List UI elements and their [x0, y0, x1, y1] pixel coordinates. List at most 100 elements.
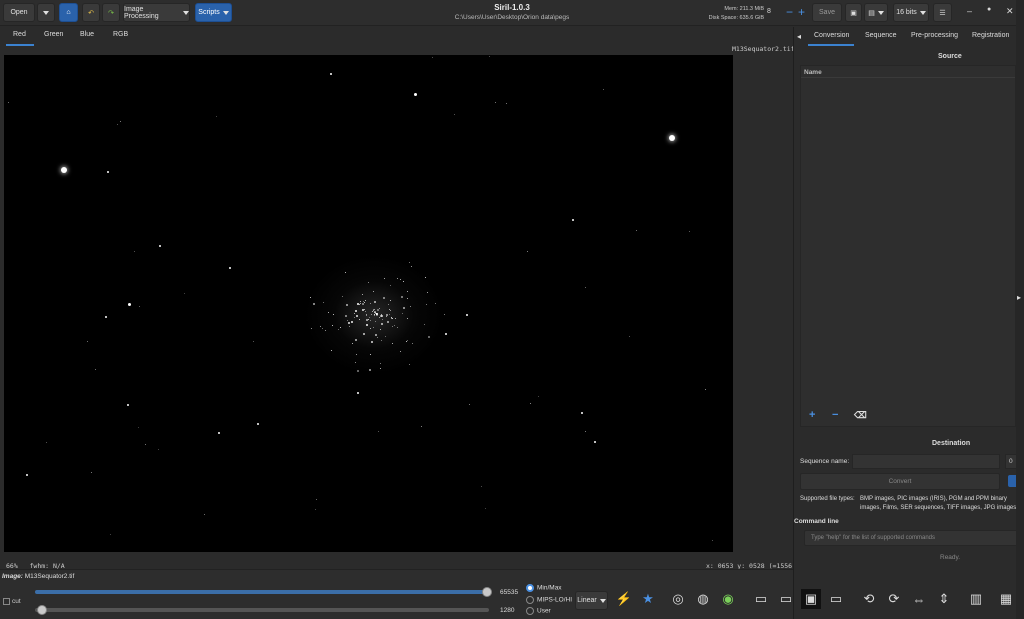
- memory-usage: Mem: 211.3 MiB: [724, 6, 764, 12]
- cluster-star: [426, 291, 428, 293]
- mirror-vertical-icon[interactable]: ⇕: [934, 589, 954, 609]
- star: [26, 474, 28, 476]
- display-mode-3-icon[interactable]: ▣: [801, 589, 821, 609]
- undo-button[interactable]: ↶: [82, 3, 100, 22]
- faint-star: [133, 251, 135, 253]
- globe-icon[interactable]: ◍: [693, 589, 713, 609]
- minus-icon[interactable]: −: [786, 5, 793, 19]
- display-mode-1-icon[interactable]: ▭: [751, 589, 771, 609]
- home-button[interactable]: ⌂: [59, 3, 78, 22]
- radio-selected-icon[interactable]: [526, 584, 534, 592]
- histogram-icon[interactable]: ▥: [966, 589, 986, 609]
- scripts-menu[interactable]: Scripts: [195, 3, 232, 22]
- maximize-icon[interactable]: ●: [987, 6, 991, 13]
- low-slider-knob[interactable]: [37, 605, 47, 615]
- image-canvas[interactable]: [4, 55, 733, 552]
- photometry-icon[interactable]: ◎: [668, 589, 688, 609]
- tab-registration[interactable]: Registration: [972, 32, 1009, 39]
- radio-icon[interactable]: [526, 607, 534, 615]
- faint-star: [636, 229, 638, 231]
- panel-edge: [1016, 0, 1024, 619]
- convert-button[interactable]: Convert: [800, 473, 1000, 490]
- auto-stretch-icon[interactable]: ⚡: [614, 589, 634, 609]
- cluster-star: [370, 314, 372, 316]
- star: [594, 441, 596, 443]
- save-button[interactable]: Save: [812, 3, 842, 22]
- cluster-star: [408, 261, 410, 263]
- image-label-key: Image:: [2, 573, 23, 580]
- tab-red[interactable]: Red: [13, 31, 26, 38]
- chevron-left-icon[interactable]: ◂: [797, 32, 801, 41]
- cut-label: cut: [12, 598, 21, 606]
- high-slider[interactable]: [35, 590, 489, 594]
- stack-icon[interactable]: ▦: [996, 589, 1016, 609]
- star: [466, 314, 468, 316]
- radio-min-max[interactable]: Min/Max: [526, 584, 562, 592]
- command-input[interactable]: Type "help" for the list of supported co…: [804, 530, 1022, 546]
- tab-green[interactable]: Green: [44, 31, 63, 38]
- main-menu-button[interactable]: ☰: [933, 3, 952, 22]
- mirror-horizontal-icon[interactable]: ⇔: [909, 589, 929, 609]
- remove-file-icon[interactable]: −: [832, 409, 838, 421]
- open-dropdown-button[interactable]: [37, 3, 55, 22]
- tab-pre-processing[interactable]: Pre-processing: [911, 32, 958, 39]
- display-mode-4-icon[interactable]: ▭: [826, 589, 846, 609]
- rotate-right-icon[interactable]: ⟳: [884, 589, 904, 609]
- close-icon[interactable]: ✕: [1006, 6, 1014, 17]
- cpu-count: 8: [767, 8, 771, 15]
- faint-star: [489, 56, 491, 58]
- image-icon: ▤: [868, 9, 875, 17]
- faint-star: [117, 124, 119, 126]
- radio-user[interactable]: User: [526, 607, 551, 615]
- list-header-name[interactable]: Name: [801, 66, 1015, 78]
- tab-sequence[interactable]: Sequence: [865, 32, 897, 39]
- chevron-down-icon: [222, 10, 229, 15]
- cluster-star: [380, 314, 383, 317]
- checkbox-icon[interactable]: [3, 598, 10, 605]
- radio-icon[interactable]: [526, 596, 534, 604]
- minimize-icon[interactable]: –: [967, 6, 972, 16]
- scale-dropdown[interactable]: Linear: [575, 591, 608, 610]
- low-value: 1280: [500, 607, 515, 614]
- image-format-button[interactable]: ▤: [864, 3, 888, 22]
- faint-star: [585, 431, 587, 433]
- status-text: Ready.: [940, 554, 961, 561]
- file-path: C:\Users\User\Desktop\Orion data\pegs: [454, 14, 570, 21]
- faint-star: [109, 534, 111, 536]
- target-icon[interactable]: ◉: [718, 589, 738, 609]
- channel-tabs: Red Green Blue RGB: [0, 27, 793, 46]
- bottom-panel: Image: M13Sequator2.tif cut 65535 1280 M…: [0, 569, 1012, 619]
- star: [581, 412, 583, 414]
- cluster-star: [309, 296, 311, 298]
- image-processing-label: Image Processing: [124, 5, 159, 20]
- clear-list-icon[interactable]: ⌫: [854, 410, 867, 421]
- high-slider-knob[interactable]: [482, 587, 492, 597]
- redo-button[interactable]: ↷: [102, 3, 120, 22]
- plus-icon[interactable]: +: [798, 5, 805, 19]
- image-processing-menu[interactable]: Image Processing: [123, 3, 190, 22]
- display-mode-2-icon[interactable]: ▭: [776, 589, 796, 609]
- radio-mips[interactable]: MIPS-LO/HI: [526, 596, 572, 604]
- rotate-left-icon[interactable]: ⟲: [859, 589, 879, 609]
- cluster-star: [331, 349, 333, 351]
- tab-blue[interactable]: Blue: [80, 31, 94, 38]
- sequence-name-input[interactable]: [852, 454, 1000, 469]
- color-star-icon[interactable]: ★: [638, 589, 658, 609]
- faint-star: [585, 287, 587, 289]
- star: [669, 135, 675, 141]
- faint-star: [94, 369, 96, 371]
- snapshot-button[interactable]: ▣: [845, 3, 862, 22]
- faint-star: [602, 88, 604, 90]
- open-button[interactable]: Open: [3, 3, 35, 22]
- chevron-right-icon[interactable]: ▸: [1017, 293, 1021, 302]
- bits-dropdown[interactable]: 16 bits: [893, 3, 929, 22]
- home-icon: ⌂: [66, 9, 71, 16]
- file-list[interactable]: Name: [800, 65, 1016, 427]
- cut-checkbox[interactable]: cut: [3, 598, 21, 605]
- faint-star: [453, 114, 455, 116]
- tab-rgb[interactable]: RGB: [113, 31, 128, 38]
- add-file-icon[interactable]: +: [809, 409, 815, 421]
- low-slider[interactable]: [35, 608, 489, 612]
- tab-conversion[interactable]: Conversion: [814, 32, 849, 39]
- cluster-star: [380, 328, 382, 330]
